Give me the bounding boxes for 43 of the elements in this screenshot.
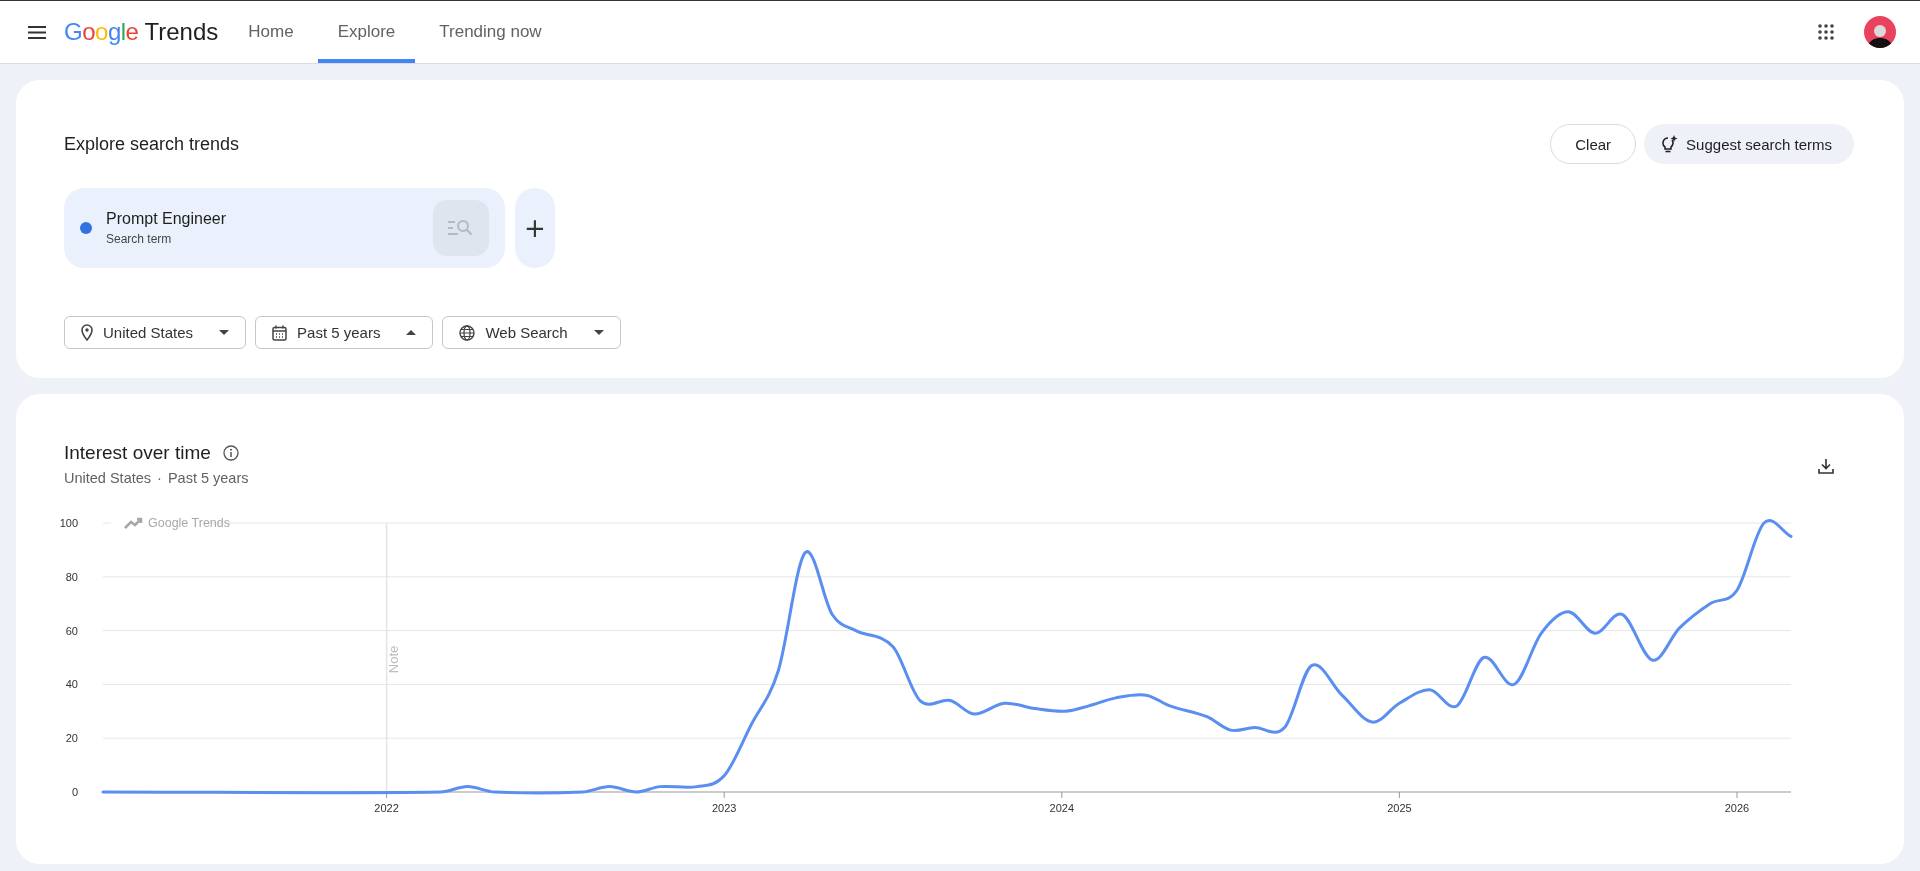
clear-button[interactable]: Clear — [1550, 124, 1637, 164]
x-axis-label: 2022 — [374, 802, 399, 814]
filter-dropdown[interactable]: Past 5 years — [255, 316, 434, 349]
chart-watermark: Google Trends — [148, 516, 230, 530]
nav-tab[interactable]: Explore — [317, 1, 416, 63]
caret-icon — [219, 330, 230, 335]
chart-subtitle: Past 5 years — [167, 470, 249, 486]
chart-subtitle: United States — [64, 470, 152, 486]
y-axis-label: 40 — [65, 678, 78, 691]
caret-icon — [593, 330, 604, 335]
section-title: Explore search trends — [64, 133, 240, 155]
y-axis-label: 20 — [65, 732, 78, 745]
nav-tab[interactable]: Trending now — [419, 1, 562, 63]
calendar-icon — [272, 324, 288, 341]
nav-tab[interactable]: Home — [228, 1, 314, 63]
separator-dot: · — [157, 470, 162, 486]
logo[interactable]: Google Trends — [64, 18, 219, 46]
filter-dropdown[interactable]: United States — [64, 316, 247, 349]
trend-arrow-icon — [123, 517, 143, 530]
term-type: Search term — [106, 232, 173, 246]
chart-title: Interest over time — [64, 442, 211, 464]
add-term-button[interactable]: + — [515, 188, 555, 268]
lightbulb-sparkle-icon — [1662, 135, 1679, 153]
x-axis-label: 2023 — [711, 802, 737, 814]
menu-icon — [28, 25, 46, 39]
term-name: Prompt Engineer — [106, 210, 228, 228]
list-search-icon — [447, 218, 475, 238]
search-term-card[interactable]: Prompt Engineer Search term — [64, 188, 505, 268]
y-axis-label: 0 — [71, 786, 78, 798]
note-label: Note — [385, 645, 401, 674]
y-axis-label: 80 — [65, 570, 78, 583]
info-icon[interactable] — [222, 445, 239, 461]
x-axis-label: 2024 — [1049, 802, 1075, 814]
location-pin-icon — [81, 324, 93, 341]
filter-dropdown[interactable]: Web Search — [442, 316, 621, 349]
x-axis-label: 2025 — [1387, 802, 1412, 814]
caret-icon — [406, 330, 417, 335]
suggest-button[interactable]: Suggest search terms — [1644, 124, 1854, 164]
y-axis-label: 100 — [60, 517, 78, 529]
globe-icon — [459, 324, 476, 341]
y-axis-label: 60 — [65, 624, 78, 637]
avatar[interactable] — [1864, 16, 1896, 48]
x-axis-label: 2026 — [1724, 802, 1750, 814]
